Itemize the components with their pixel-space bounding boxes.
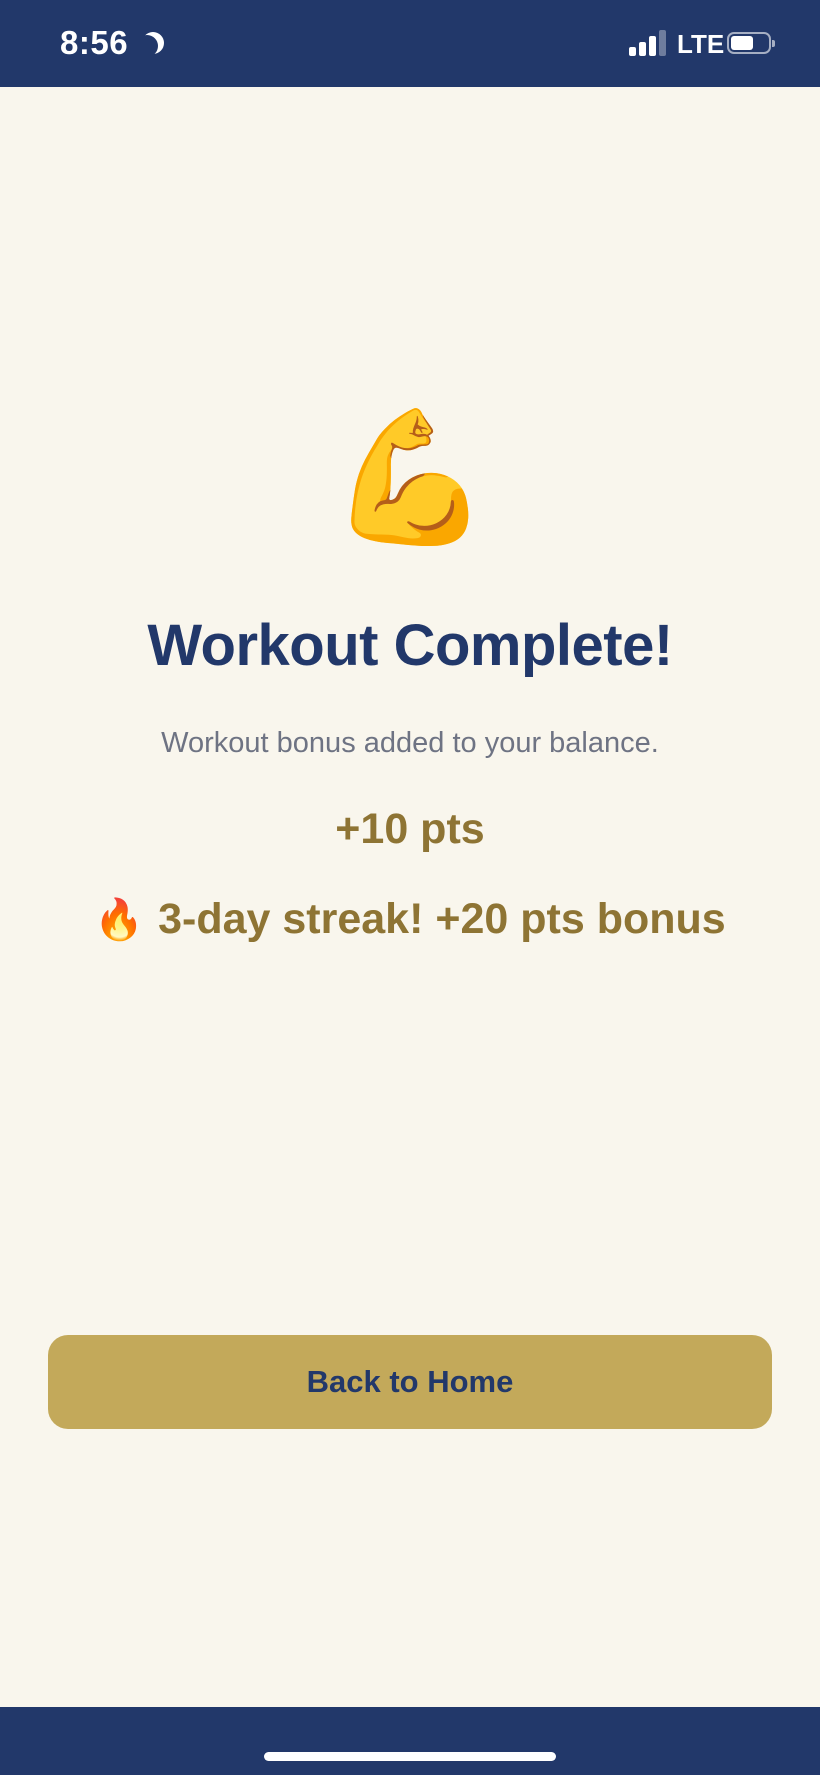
points-earned: +10 pts (335, 805, 485, 853)
back-to-home-button[interactable]: Back to Home (48, 1335, 772, 1429)
status-time: 8:56 (60, 24, 129, 61)
streak-text: 3-day streak! +20 pts bonus (158, 895, 726, 943)
battery-icon (727, 32, 775, 54)
bottom-safe-area (0, 1707, 820, 1775)
network-label: LTE (677, 29, 725, 59)
home-indicator[interactable] (264, 1752, 556, 1761)
streak-bonus: 🔥 3-day streak! +20 pts bonus (0, 895, 820, 944)
page-subtitle: Workout bonus added to your balance. (161, 727, 659, 759)
flexed-biceps-icon: 💪 (329, 404, 491, 550)
page-title: Workout Complete! (147, 613, 673, 678)
signal-icon (629, 30, 667, 56)
moon-icon (136, 35, 158, 57)
fire-icon: 🔥 (94, 898, 145, 942)
status-bar: 8:56 LTE (0, 0, 820, 87)
